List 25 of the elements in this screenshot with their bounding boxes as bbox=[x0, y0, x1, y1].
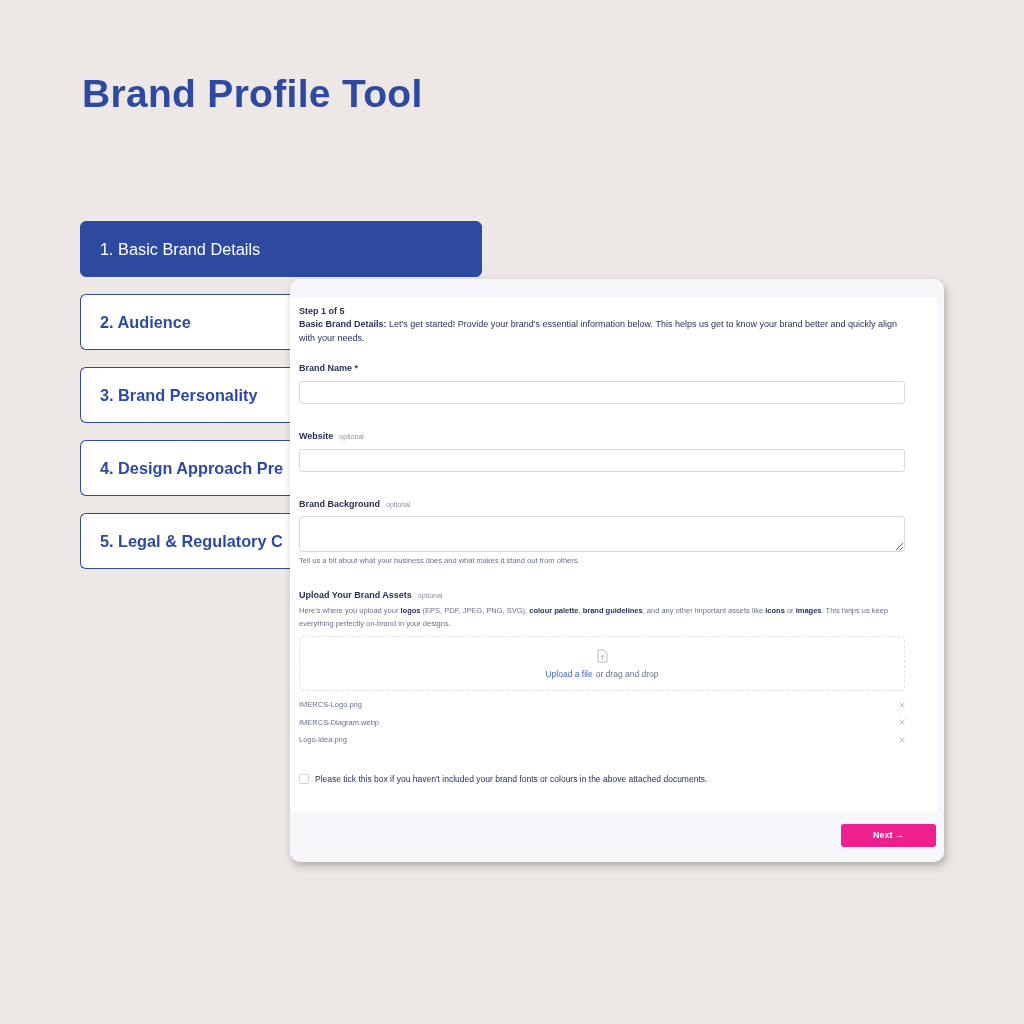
drop-zone[interactable]: Upload a file or drag and drop bbox=[299, 636, 905, 691]
checkbox-label: Please tick this box if you haven't included your brand fonts or colours in the above attached documents. bbox=[315, 773, 708, 784]
close-icon[interactable] bbox=[899, 719, 905, 726]
step-tab[interactable]: 1. Basic Brand Details bbox=[80, 221, 482, 277]
step-tab[interactable]: 4. Design Approach Pre bbox=[80, 440, 290, 496]
field-label: Upload Your Brand Assets bbox=[299, 590, 412, 600]
input-field[interactable] bbox=[299, 449, 905, 472]
field-label: Brand Background bbox=[299, 499, 380, 509]
close-icon[interactable] bbox=[899, 736, 905, 743]
close-icon[interactable] bbox=[899, 701, 905, 708]
step-tab[interactable]: 3. Brand Personality bbox=[80, 367, 290, 423]
checkbox[interactable] bbox=[299, 773, 309, 784]
input-field[interactable] bbox=[299, 381, 905, 404]
step-tab[interactable]: 2. Audience bbox=[80, 294, 290, 350]
intro-text: Basic Brand Details: Let's get started! Provide your brand's essential information below. This helps us get to know your brand better and quickly align with your needs. bbox=[299, 318, 899, 345]
field-label: Website bbox=[299, 431, 334, 441]
upload-link[interactable]: Upload a file bbox=[545, 668, 593, 679]
step-tab[interactable]: 5. Legal & Regulatory C bbox=[80, 513, 290, 569]
step-counter: Step 1 of 5 bbox=[299, 305, 346, 317]
textarea-field[interactable] bbox=[299, 516, 905, 552]
drop-hint: or drag and drop bbox=[595, 668, 659, 679]
page-title: Brand Profile Tool bbox=[82, 72, 423, 116]
next-button[interactable]: Next → bbox=[841, 823, 936, 847]
field-label: Brand Name * bbox=[299, 363, 359, 373]
file-upload-icon bbox=[596, 648, 608, 663]
